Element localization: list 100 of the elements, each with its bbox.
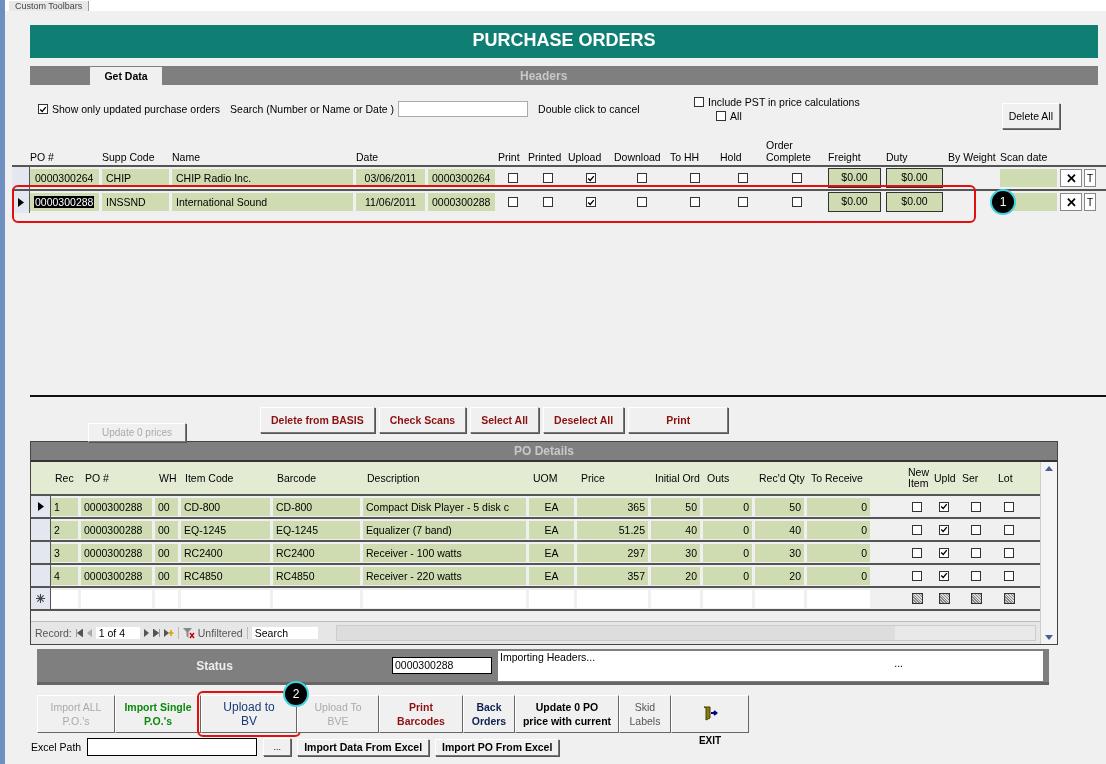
record-position-field[interactable]: 1 of 4 bbox=[95, 627, 140, 639]
checkbox[interactable] bbox=[912, 501, 922, 512]
checkbox[interactable] bbox=[971, 524, 981, 535]
checkbox[interactable] bbox=[971, 570, 981, 581]
checkbox[interactable] bbox=[1004, 524, 1014, 535]
action-button[interactable]: Deselect All bbox=[543, 407, 625, 433]
row-pointer-icon bbox=[17, 197, 24, 207]
empty-cell[interactable] bbox=[529, 589, 574, 608]
table-cell: 00 bbox=[155, 520, 178, 539]
checkbox[interactable] bbox=[690, 173, 700, 183]
checkbox[interactable] bbox=[939, 524, 949, 535]
scroll-down-icon[interactable] bbox=[1045, 635, 1053, 640]
checkbox[interactable] bbox=[694, 97, 705, 107]
checkbox[interactable] bbox=[1004, 501, 1014, 512]
checkbox[interactable] bbox=[738, 197, 748, 207]
empty-cell[interactable] bbox=[577, 589, 648, 608]
table-cell: 20 bbox=[755, 566, 804, 585]
command-button[interactable]: Import Single P.O.'s bbox=[115, 695, 201, 733]
table-cell: CD-800 bbox=[273, 497, 360, 516]
checkbox[interactable] bbox=[543, 173, 553, 183]
checkbox[interactable] bbox=[716, 111, 727, 121]
checkbox[interactable] bbox=[1004, 570, 1014, 581]
checkbox[interactable] bbox=[508, 197, 518, 207]
empty-cell[interactable] bbox=[273, 589, 360, 608]
import-po-button[interactable]: Import PO From Excel bbox=[435, 738, 560, 756]
empty-cell[interactable] bbox=[155, 589, 178, 608]
vertical-scrollbar[interactable] bbox=[1040, 462, 1057, 644]
empty-cell[interactable] bbox=[181, 589, 270, 608]
search-field[interactable]: Search bbox=[251, 627, 318, 639]
table-cell: 0000300288 bbox=[81, 497, 152, 516]
empty-cell[interactable] bbox=[755, 589, 804, 608]
table-cell: International Sound bbox=[172, 193, 353, 211]
checkbox[interactable] bbox=[792, 197, 802, 207]
checkbox[interactable] bbox=[939, 547, 949, 558]
checkbox[interactable] bbox=[912, 547, 922, 558]
empty-cell[interactable] bbox=[81, 589, 152, 608]
empty-cell[interactable] bbox=[651, 589, 700, 608]
horizontal-scrollbar[interactable] bbox=[335, 625, 1036, 641]
exit-label: EXIT bbox=[698, 735, 722, 746]
hint-text: Double click to cancel bbox=[538, 103, 641, 115]
next-record-icon[interactable] bbox=[143, 629, 149, 637]
checkbox[interactable] bbox=[971, 547, 981, 558]
filter-button[interactable]: Unfiltered bbox=[177, 627, 248, 639]
row-button[interactable]: T bbox=[1084, 169, 1096, 187]
row-selector[interactable] bbox=[31, 565, 51, 586]
action-button[interactable]: Print bbox=[628, 407, 729, 433]
checkbox[interactable] bbox=[792, 173, 802, 183]
filter-icon bbox=[182, 627, 195, 639]
checkbox[interactable] bbox=[38, 104, 48, 114]
toolbar-tab[interactable]: Custom Toolbars bbox=[9, 1, 90, 11]
action-button[interactable]: Delete from BASIS bbox=[260, 407, 375, 433]
row-selector[interactable] bbox=[12, 167, 30, 189]
null-checkbox-icon bbox=[970, 593, 982, 604]
checkbox[interactable] bbox=[971, 501, 981, 512]
checkbox[interactable] bbox=[637, 173, 647, 183]
get-data-tab[interactable]: Get Data bbox=[90, 67, 162, 85]
last-record-icon[interactable] bbox=[152, 629, 160, 637]
row-selector[interactable] bbox=[31, 542, 51, 563]
exit-button[interactable] bbox=[671, 695, 749, 733]
first-record-icon[interactable] bbox=[75, 629, 83, 637]
checkbox[interactable] bbox=[586, 173, 596, 183]
command-button[interactable]: Back Orders bbox=[463, 695, 515, 733]
empty-cell[interactable] bbox=[807, 589, 870, 608]
new-record-icon[interactable] bbox=[163, 629, 174, 637]
import-data-button[interactable]: Import Data From Excel bbox=[297, 738, 430, 756]
column-header: Upld bbox=[933, 472, 957, 484]
column-header: Barcode bbox=[276, 472, 318, 484]
delete-all-button[interactable]: Delete All bbox=[1001, 103, 1060, 129]
checkbox[interactable] bbox=[939, 570, 949, 581]
command-button[interactable]: Skid Labels bbox=[619, 695, 671, 733]
scroll-up-icon[interactable] bbox=[1045, 466, 1053, 471]
row-button[interactable]: T bbox=[1084, 193, 1096, 211]
checkbox[interactable] bbox=[738, 173, 748, 183]
browse-button[interactable]: ... bbox=[263, 738, 292, 756]
checkbox[interactable] bbox=[543, 197, 553, 207]
page-title: PURCHASE ORDERS bbox=[30, 25, 1098, 58]
command-button[interactable]: Print Barcodes bbox=[379, 695, 463, 733]
checkbox[interactable] bbox=[1004, 547, 1014, 558]
command-button[interactable]: Update 0 PO price with current bbox=[515, 695, 619, 733]
search-field[interactable] bbox=[398, 101, 529, 117]
empty-cell[interactable] bbox=[703, 589, 752, 608]
checkbox[interactable] bbox=[586, 197, 596, 207]
row-selector[interactable] bbox=[31, 588, 51, 609]
checkbox[interactable] bbox=[912, 524, 922, 535]
checkbox-label: Show only updated purchase orders bbox=[52, 103, 221, 115]
excel-path-field[interactable] bbox=[87, 738, 258, 756]
action-button[interactable]: Check Scans bbox=[378, 407, 467, 433]
row-selector[interactable] bbox=[31, 519, 51, 540]
column-header: Description bbox=[366, 472, 421, 484]
checkbox[interactable] bbox=[690, 197, 700, 207]
row-selector[interactable] bbox=[31, 496, 51, 517]
checkbox[interactable] bbox=[912, 570, 922, 581]
checkbox[interactable] bbox=[508, 173, 518, 183]
delete-button[interactable]: ✕ bbox=[1060, 169, 1082, 187]
action-button[interactable]: Select All bbox=[470, 407, 540, 433]
checkbox[interactable] bbox=[637, 197, 647, 207]
column-header: Supp Code bbox=[102, 151, 156, 163]
empty-cell[interactable] bbox=[363, 589, 526, 608]
delete-button[interactable]: ✕ bbox=[1060, 193, 1082, 211]
checkbox[interactable] bbox=[939, 501, 949, 512]
